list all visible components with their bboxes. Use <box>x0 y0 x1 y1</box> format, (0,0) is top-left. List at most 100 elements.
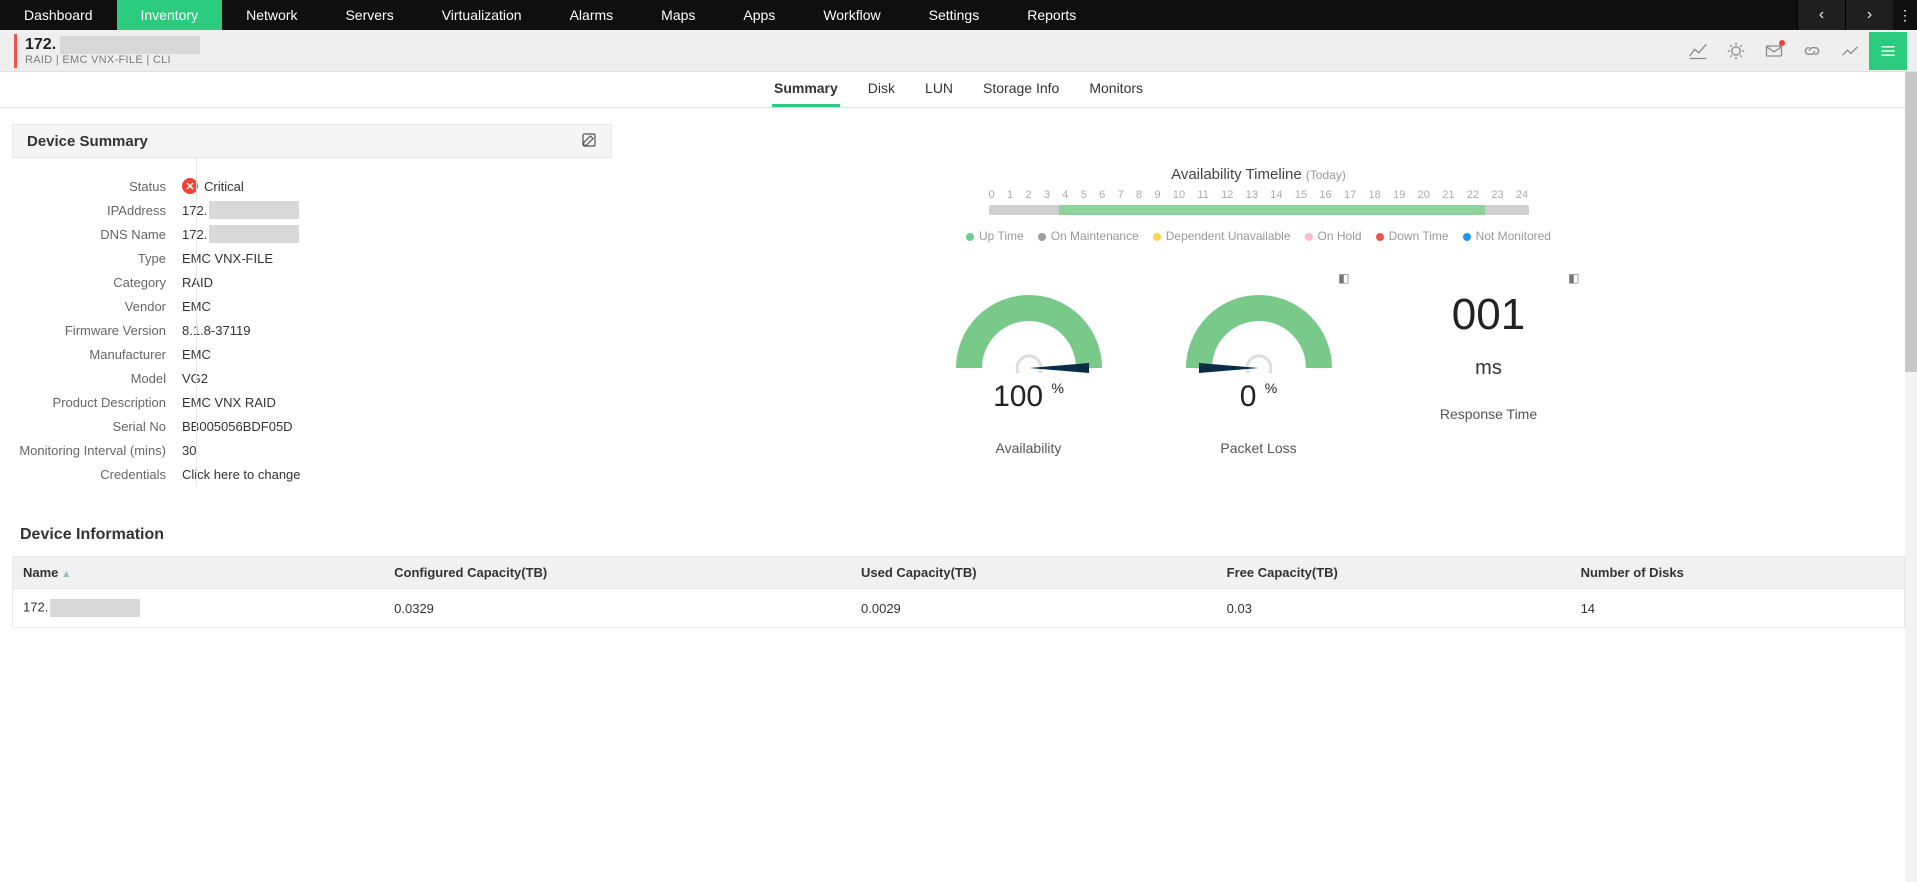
summary-value-text[interactable]: Click here to change <box>182 467 301 482</box>
vertical-scrollbar[interactable] <box>1905 72 1917 882</box>
tab-storage-info[interactable]: Storage Info <box>981 72 1061 107</box>
device-ip-prefix: 172. <box>25 36 56 54</box>
summary-key: Firmware Version <box>12 323 182 338</box>
link-icon[interactable] <box>1793 32 1831 70</box>
summary-key: Monitoring Interval (mins) <box>12 443 182 458</box>
device-information-section: Device Information Name▲Configured Capac… <box>12 520 1905 628</box>
nav-item-maps[interactable]: Maps <box>637 0 719 30</box>
responsetime-box[interactable]: ◧ 001 ms Response Time <box>1404 293 1574 456</box>
availability-gauge[interactable]: 100 % Availability <box>944 293 1114 456</box>
nav-more-button[interactable]: ⋮ <box>1893 0 1917 30</box>
table-header[interactable]: Free Capacity(TB) <box>1217 557 1571 589</box>
nav-item-workflow[interactable]: Workflow <box>799 0 904 30</box>
cell-value: 0.0029 <box>851 589 1217 628</box>
packetloss-value: 0 % <box>1174 380 1344 414</box>
tick-label: 13 <box>1246 189 1258 201</box>
tick-label: 24 <box>1516 189 1528 201</box>
summary-value-text: EMC <box>182 299 211 314</box>
tick-label: 9 <box>1154 189 1160 201</box>
packetloss-label: Packet Loss <box>1174 440 1344 456</box>
tab-summary[interactable]: Summary <box>772 72 840 107</box>
timeline-bar[interactable] <box>989 205 1529 215</box>
nav-next-button[interactable]: › <box>1845 0 1893 30</box>
table-header[interactable]: Name▲ <box>13 557 385 589</box>
device-breadcrumb: RAID | EMC VNX-FILE | CLI <box>25 54 200 66</box>
summary-value-text: EMC VNX RAID <box>182 395 276 410</box>
timeline-ticks: 0123456789101112131415161718192021222324 <box>989 189 1529 201</box>
legend-notmonitored: Not Monitored <box>1463 229 1551 243</box>
summary-key: Vendor <box>12 299 182 314</box>
summary-row: CredentialsClick here to change <box>12 462 612 486</box>
summary-value: 30 <box>182 443 196 458</box>
nav-prev-button[interactable]: ‹ <box>1797 0 1845 30</box>
device-summary-list: Status✕CriticalIPAddress172.DNS Name172.… <box>12 158 612 486</box>
summary-value: BB005056BDF05D <box>182 419 293 434</box>
tab-monitors[interactable]: Monitors <box>1087 72 1145 107</box>
device-metrics: Availability Timeline (Today) 0123456789… <box>612 158 1905 486</box>
table-header[interactable]: Configured Capacity(TB) <box>384 557 851 589</box>
summary-row: IPAddress172. <box>12 198 612 222</box>
summary-value: 172. <box>182 201 299 219</box>
device-ip-masked <box>60 36 200 54</box>
tick-label: 4 <box>1062 189 1068 201</box>
table-header[interactable]: Number of Disks <box>1571 557 1905 589</box>
tick-label: 18 <box>1369 189 1381 201</box>
summary-value[interactable]: Click here to change <box>182 467 301 482</box>
tick-label: 6 <box>1099 189 1105 201</box>
tick-label: 11 <box>1197 189 1208 201</box>
summary-value: RAID <box>182 275 213 290</box>
summary-value-text: EMC <box>182 347 211 362</box>
packetloss-gauge[interactable]: ◧ 0 % Packet Loss <box>1174 293 1344 456</box>
nav-item-dashboard[interactable]: Dashboard <box>0 0 117 30</box>
summary-key: Manufacturer <box>12 347 182 362</box>
nav-item-alarms[interactable]: Alarms <box>546 0 638 30</box>
tick-label: 21 <box>1442 189 1454 201</box>
edit-icon[interactable] <box>581 132 597 151</box>
summary-row: VendorEMC <box>12 294 612 318</box>
legend-downtime: Down Time <box>1376 229 1449 243</box>
chart-icon[interactable] <box>1679 32 1717 70</box>
tick-label: 23 <box>1491 189 1503 201</box>
nav-item-servers[interactable]: Servers <box>321 0 417 30</box>
tab-lun[interactable]: LUN <box>923 72 955 107</box>
responsetime-label: Response Time <box>1404 406 1574 422</box>
tick-label: 17 <box>1344 189 1356 201</box>
alarm-icon[interactable] <box>1717 32 1755 70</box>
nav-item-network[interactable]: Network <box>222 0 321 30</box>
table-row[interactable]: 172.0.03290.00290.0314 <box>13 589 1905 628</box>
tick-label: 22 <box>1467 189 1479 201</box>
mail-icon[interactable] <box>1755 32 1793 70</box>
nav-item-inventory[interactable]: Inventory <box>117 0 223 30</box>
summary-key: Category <box>12 275 182 290</box>
tick-label: 5 <box>1081 189 1087 201</box>
summary-row: DNS Name172. <box>12 222 612 246</box>
menu-icon[interactable] <box>1869 32 1907 70</box>
sort-asc-icon: ▲ <box>61 569 71 580</box>
summary-row: CategoryRAID <box>12 270 612 294</box>
legend-onhold: On Hold <box>1305 229 1362 243</box>
probe-icon[interactable]: ◧ <box>1338 271 1349 285</box>
table-header[interactable]: Used Capacity(TB) <box>851 557 1217 589</box>
content-area: Device Summary Status✕CriticalIPAddress1… <box>0 108 1917 882</box>
gauge-row: 100 % Availability ◧ 0 % Packet Loss ◧ 0… <box>652 293 1865 456</box>
status-stripe <box>14 34 17 68</box>
tab-disk[interactable]: Disk <box>866 72 897 107</box>
panel-title: Device Summary <box>27 133 148 150</box>
page-header: 172. RAID | EMC VNX-FILE | CLI <box>0 30 1917 72</box>
summary-key: Serial No <box>12 419 182 434</box>
top-nav: DashboardInventoryNetworkServersVirtuali… <box>0 0 1917 30</box>
trend-icon[interactable] <box>1831 32 1869 70</box>
masked-value <box>209 225 299 243</box>
summary-value: EMC <box>182 299 211 314</box>
probe-icon[interactable]: ◧ <box>1568 271 1579 285</box>
summary-row: Monitoring Interval (mins)30 <box>12 438 612 462</box>
summary-row: Status✕Critical <box>12 174 612 198</box>
nav-item-reports[interactable]: Reports <box>1003 0 1100 30</box>
tick-label: 10 <box>1173 189 1185 201</box>
summary-value-text: Critical <box>204 179 244 194</box>
nav-item-apps[interactable]: Apps <box>719 0 799 30</box>
scrollbar-thumb[interactable] <box>1905 72 1917 372</box>
nav-item-virtualization[interactable]: Virtualization <box>418 0 546 30</box>
summary-key: Model <box>12 371 182 386</box>
nav-item-settings[interactable]: Settings <box>905 0 1004 30</box>
